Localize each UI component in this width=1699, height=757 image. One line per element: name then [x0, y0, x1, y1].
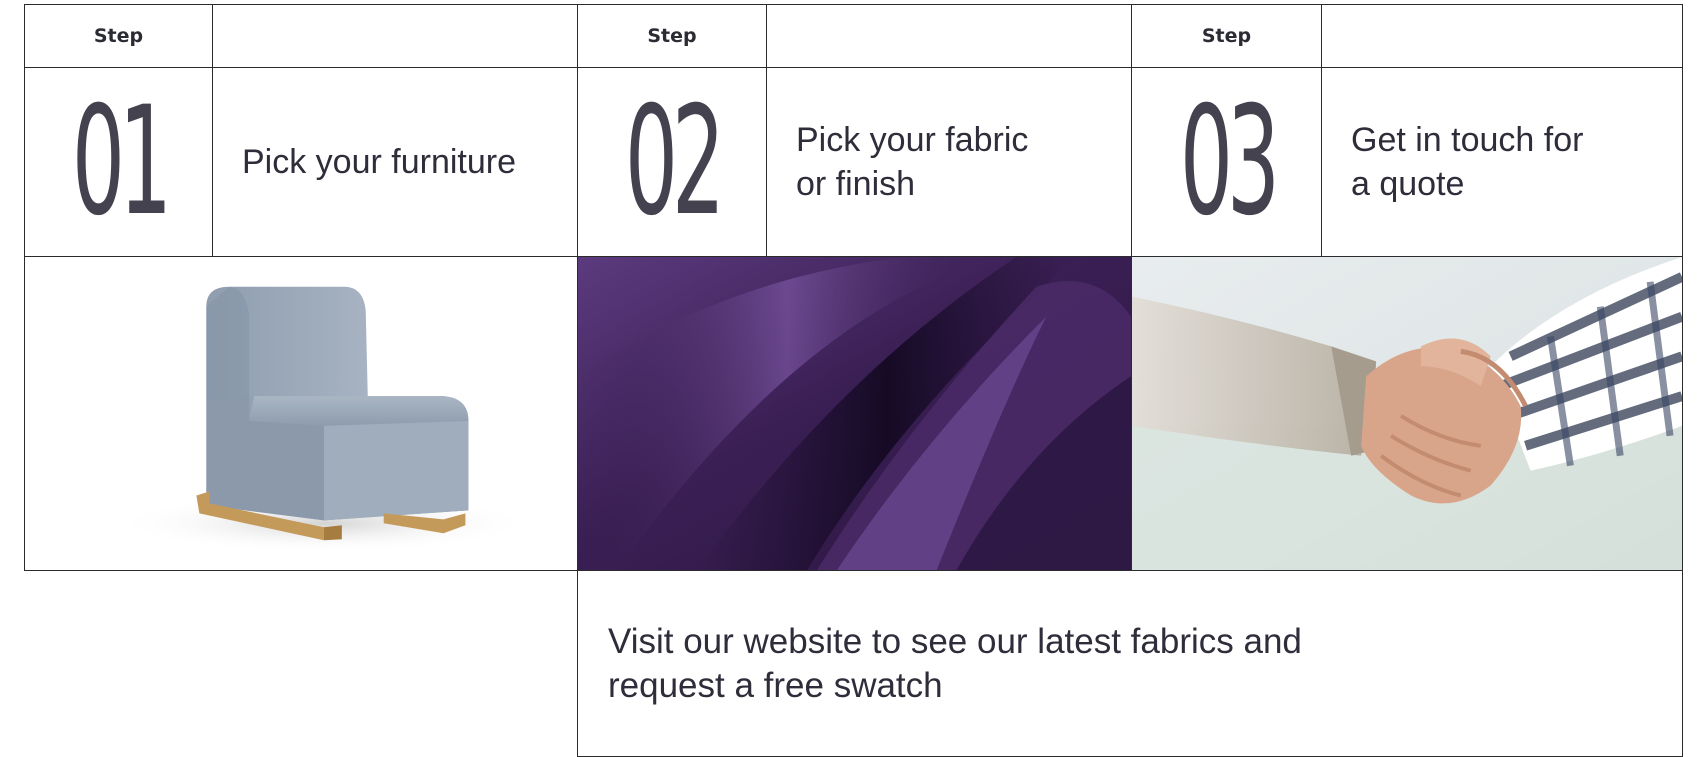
step-2-header-blank: [766, 4, 1132, 68]
chair-image: [24, 256, 578, 571]
step-2-label: Step: [577, 4, 767, 68]
step-2-description: Pick your fabric or finish: [766, 67, 1132, 257]
step-3-header-blank: [1321, 4, 1683, 68]
step-1-number: 01: [24, 67, 213, 257]
steps-grid: Step 01 Pick your furniture Step 02 Pick…: [24, 4, 1683, 757]
step-3-description: Get in touch for a quote: [1321, 67, 1683, 257]
handshake-image: [1131, 256, 1683, 571]
step-1-label: Step: [24, 4, 213, 68]
step-3-label: Step: [1131, 4, 1322, 68]
step-2-number: 02: [577, 67, 767, 257]
step-1-description: Pick your furniture: [212, 67, 578, 257]
website-cta: Visit our website to see our latest fabr…: [577, 570, 1683, 757]
fabric-image: [577, 256, 1132, 571]
step-1-header-blank: [212, 4, 578, 68]
step-3-number: 03: [1131, 67, 1322, 257]
